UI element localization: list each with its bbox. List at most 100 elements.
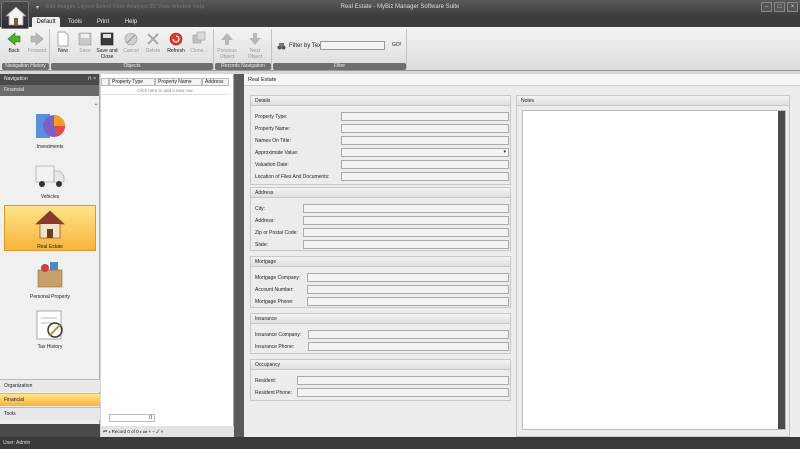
- column-header-property-type[interactable]: Property Type: [109, 78, 155, 86]
- nav-item-tax-history[interactable]: Tax History: [4, 306, 96, 352]
- property-name-input[interactable]: [341, 124, 509, 133]
- save-close-button[interactable]: Save and Close: [95, 31, 119, 60]
- personal-property-box-icon: [37, 262, 63, 288]
- forward-arrow-icon: [30, 32, 44, 46]
- column-header-property-name[interactable]: Property Name: [155, 78, 202, 86]
- next-object-button[interactable]: Next Object: [243, 31, 267, 60]
- clone-button[interactable]: Clone...: [187, 31, 211, 54]
- pin-close-icon[interactable]: ⊓ ×: [88, 74, 96, 85]
- tab-print[interactable]: Print: [92, 17, 114, 27]
- nav-group-organization[interactable]: Organization: [0, 379, 100, 392]
- maximize-button[interactable]: □: [774, 2, 785, 12]
- grid-row-indicator-header: [101, 78, 109, 86]
- field-address: Address:: [255, 216, 511, 226]
- city-input[interactable]: [303, 204, 509, 213]
- filter-group: Filter by Text GO! Filter: [273, 29, 407, 70]
- house-icon: [5, 6, 27, 26]
- back-button[interactable]: Back: [2, 31, 26, 54]
- navigation-current-group: Financial: [0, 85, 99, 96]
- previous-object-button[interactable]: Previous Object: [215, 31, 239, 60]
- field-approximate-value: Approximate Value: ▾: [255, 148, 511, 158]
- address-input[interactable]: [303, 216, 509, 225]
- property-type-input[interactable]: [341, 112, 509, 121]
- objects-group: New Save Save and Close Cancel Delete Re…: [51, 29, 214, 70]
- add-new-row[interactable]: Click here to add a new row: [101, 87, 229, 95]
- record-count: 0: [109, 414, 155, 422]
- tab-help[interactable]: Help: [120, 17, 142, 27]
- resident-input[interactable]: [297, 376, 509, 385]
- insurance-company-input[interactable]: [308, 330, 509, 339]
- insurance-phone-input[interactable]: [308, 342, 509, 351]
- tax-document-icon: [36, 310, 63, 340]
- record-navigator[interactable]: ⏮ ◂ Record 0 of 0 ▸ ⏭ + – ✓ ×: [101, 426, 234, 437]
- status-bar: User: Admin: [0, 437, 800, 449]
- close-button[interactable]: ×: [787, 2, 798, 12]
- nav-group-tools[interactable]: Tools: [0, 407, 100, 420]
- filter-input[interactable]: [320, 41, 385, 50]
- names-on-title-input[interactable]: [341, 136, 509, 145]
- notes-scrollbar[interactable]: [778, 111, 785, 429]
- truck-icon: [35, 165, 65, 187]
- window-title: Real Estate - MyBiz Manager Software Sui…: [340, 4, 460, 10]
- binoculars-icon: [277, 43, 286, 50]
- nav-footer: [0, 424, 100, 437]
- tab-tools[interactable]: Tools: [64, 17, 86, 27]
- zip-input[interactable]: [303, 228, 509, 237]
- section-title: Mortgage: [251, 257, 510, 267]
- section-title: Occupancy: [251, 360, 510, 370]
- field-mortgage-phone: Mortgage Phone:: [255, 297, 511, 307]
- delete-icon: [147, 33, 159, 45]
- section-details: Details Property Type: Property Name: Na…: [250, 95, 511, 185]
- forward-button[interactable]: Forward: [25, 31, 49, 54]
- app-menu-button[interactable]: [1, 1, 29, 29]
- refresh-icon: [169, 32, 183, 46]
- nav-item-real-estate[interactable]: Real Estate: [4, 205, 96, 251]
- nav-item-vehicles[interactable]: Vehicles: [4, 156, 96, 202]
- filter-go-button[interactable]: GO!: [392, 42, 401, 48]
- notes-textarea[interactable]: [522, 110, 786, 430]
- mortgage-phone-input[interactable]: [307, 297, 509, 306]
- back-arrow-icon: [7, 32, 21, 46]
- delete-button[interactable]: Delete: [141, 31, 165, 54]
- nav-group-financial[interactable]: Financial: [0, 393, 100, 406]
- next-arrow-icon: [249, 33, 261, 45]
- column-header-address[interactable]: Address: [202, 78, 229, 86]
- window-controls: – □ ×: [761, 2, 798, 12]
- chevron-down-icon: ▾: [503, 149, 506, 155]
- save-close-icon: [100, 32, 114, 46]
- state-input[interactable]: [303, 240, 509, 249]
- refresh-button[interactable]: Refresh: [164, 31, 188, 54]
- minimize-button[interactable]: –: [761, 2, 772, 12]
- house-icon: [34, 210, 66, 239]
- ribbon-tabs: Default Tools Print Help: [0, 16, 800, 27]
- field-insurance-company: Insurance Company:: [255, 330, 511, 340]
- previous-arrow-icon: [221, 33, 233, 45]
- investments-icon: [36, 114, 65, 138]
- nav-item-investments[interactable]: Investments: [4, 106, 96, 152]
- resident-phone-input[interactable]: [297, 388, 509, 397]
- notes-title: Notes: [517, 96, 789, 106]
- filter-label: Filter by Text: [289, 43, 323, 49]
- account-number-input[interactable]: [307, 285, 509, 294]
- mortgage-company-input[interactable]: [307, 273, 509, 282]
- valuation-date-input[interactable]: [341, 160, 509, 169]
- tab-default[interactable]: Default: [32, 17, 60, 27]
- record-nav-first-icon[interactable]: ⏮ ◂: [103, 429, 112, 434]
- section-address: Address City: Address: Zip or Postal Cod…: [250, 187, 511, 251]
- new-button[interactable]: New: [51, 31, 75, 54]
- group-label: Objects: [51, 63, 213, 70]
- section-occupancy: Occupancy Resident: Resident Phone:: [250, 359, 511, 401]
- status-user: User: Admin: [3, 440, 31, 446]
- approximate-value-dropdown[interactable]: ▾: [341, 148, 509, 157]
- field-valuation-date: Valuation Date:: [255, 160, 511, 170]
- section-title: Insurance: [251, 314, 510, 324]
- field-names-on-title: Names On Title:: [255, 136, 511, 146]
- new-document-icon: [57, 31, 69, 47]
- nav-item-personal-property[interactable]: Personal Property: [4, 256, 96, 302]
- field-property-name: Property Name:: [255, 124, 511, 134]
- location-of-files-input[interactable]: [341, 172, 509, 181]
- cancel-button[interactable]: Cancel: [119, 31, 143, 54]
- pane-splitter[interactable]: [234, 74, 244, 437]
- record-nav-last-icon[interactable]: ▸ ⏭ + – ✓ ×: [140, 429, 164, 434]
- save-button[interactable]: Save: [73, 31, 97, 54]
